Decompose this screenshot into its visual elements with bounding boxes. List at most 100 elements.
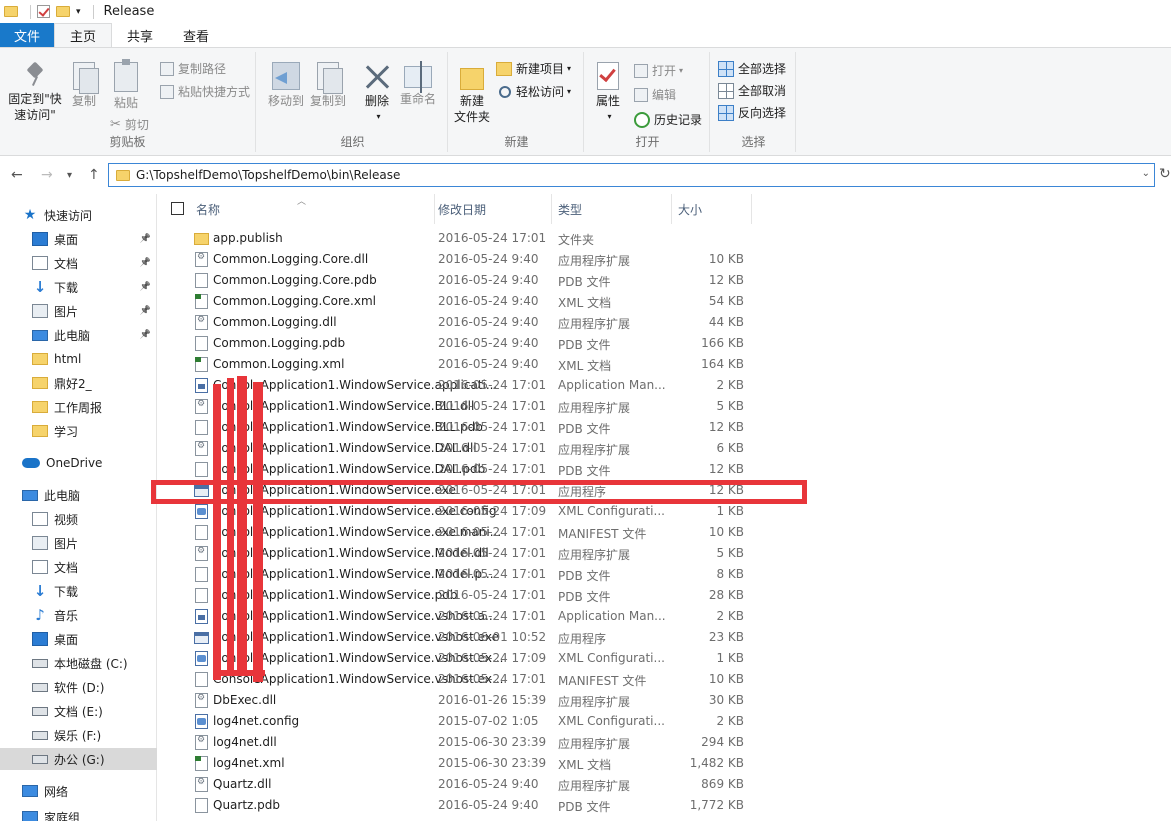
cut-button[interactable]: ✂ 剪切 xyxy=(110,116,149,133)
file-row[interactable]: ConsoleApplication1.WindowService.exe.co… xyxy=(160,501,1171,522)
nav-item[interactable]: 本地磁盘 (C:) xyxy=(0,652,157,674)
file-row[interactable]: ConsoleApplication1.WindowService.exe.ma… xyxy=(160,522,1171,543)
file-row[interactable]: Quartz.dll 2016-05-24 9:40 应用程序扩展 869 KB xyxy=(160,774,1171,795)
new-item-button[interactable]: 新建项目 ▾ xyxy=(496,60,571,77)
nav-item[interactable]: 图片 📌 xyxy=(0,300,157,322)
tab-view[interactable]: 查看 xyxy=(168,23,224,47)
file-row[interactable]: log4net.config 2015-07-02 1:05 XML Configu… xyxy=(160,711,1171,732)
address-bar[interactable]: G:\TopshelfDemo\TopshelfDemo\bin\Release… xyxy=(108,163,1155,187)
file-row[interactable]: ConsoleApplication1.WindowService.DAL.dl… xyxy=(160,438,1171,459)
nav-item[interactable]: 鼎好2_ xyxy=(0,372,157,394)
customize-quick-access-icon[interactable]: ▾ xyxy=(76,7,81,17)
file-row[interactable]: ConsoleApplication1.WindowService.vshost… xyxy=(160,648,1171,669)
forward-arrow-icon[interactable]: → xyxy=(41,167,53,183)
easy-access-button[interactable]: 轻松访问 ▾ xyxy=(496,83,571,100)
properties-button[interactable]: 属性 ▾ xyxy=(590,62,626,125)
file-row[interactable]: ConsoleApplication1.WindowService.pdb 201… xyxy=(160,585,1171,606)
refresh-icon[interactable]: ↻ xyxy=(1159,166,1171,182)
file-row[interactable]: ConsoleApplication1.WindowService.Model.… xyxy=(160,564,1171,585)
nav-item[interactable]: 此电脑 📌 xyxy=(0,324,157,346)
nav-item[interactable]: 家庭组 xyxy=(0,806,157,821)
nav-item[interactable]: 文档 (E:) xyxy=(0,700,157,722)
tab-file[interactable]: 文件 xyxy=(0,23,55,47)
file-row[interactable]: Common.Logging.xml 2016-05-24 9:40 XML 文档 1… xyxy=(160,354,1171,375)
file-row[interactable]: ConsoleApplication1.WindowService.BLL.pd… xyxy=(160,417,1171,438)
column-name[interactable]: 名称 xyxy=(190,194,435,224)
nav-item[interactable]: OneDrive xyxy=(0,452,157,474)
tab-share[interactable]: 共享 xyxy=(112,23,168,47)
address-path[interactable]: G:\TopshelfDemo\TopshelfDemo\bin\Release xyxy=(136,168,400,182)
pin-icon[interactable]: 📌 xyxy=(140,282,151,292)
copy-to-button[interactable]: 复制到 xyxy=(308,62,348,109)
nav-item[interactable]: ♪ 音乐 xyxy=(0,604,157,626)
file-row[interactable]: Common.Logging.Core.xml 2016-05-24 9:40 XM… xyxy=(160,291,1171,312)
file-date: 2016-05-24 17:01 xyxy=(438,441,547,455)
file-row[interactable]: ConsoleApplication1.WindowService.Model.… xyxy=(160,543,1171,564)
up-arrow-icon[interactable]: ↑ xyxy=(88,167,100,183)
file-row[interactable]: Common.Logging.Core.dll 2016-05-24 9:40 应用… xyxy=(160,249,1171,270)
file-folder-icon xyxy=(194,233,209,245)
select-all-button[interactable]: 全部选择 xyxy=(718,60,786,77)
nav-item[interactable]: 桌面 📌 xyxy=(0,228,157,250)
pin-icon[interactable]: 📌 xyxy=(140,234,151,244)
paste-button[interactable]: 粘贴 xyxy=(108,59,144,111)
file-row[interactable]: ConsoleApplication1.WindowService.vshost… xyxy=(160,606,1171,627)
nav-item[interactable]: html xyxy=(0,348,157,370)
delete-button[interactable]: 删除 ▾ xyxy=(360,62,394,125)
recent-locations-icon[interactable]: ▾ xyxy=(67,170,72,181)
rename-button[interactable]: 重命名 xyxy=(398,61,438,107)
nav-item[interactable]: 图片 xyxy=(0,532,157,554)
file-row[interactable]: log4net.dll 2015-06-30 23:39 应用程序扩展 294 KB xyxy=(160,732,1171,753)
move-to-button[interactable]: 移动到 xyxy=(266,62,306,109)
nav-item[interactable]: 办公 (G:) xyxy=(0,748,157,770)
pin-icon[interactable]: 📌 xyxy=(140,330,151,340)
file-row[interactable]: ConsoleApplication1.WindowService.vshost… xyxy=(160,669,1171,690)
nav-item[interactable]: ↓ 下载 📌 xyxy=(0,276,157,298)
pin-icon[interactable]: 📌 xyxy=(140,306,151,316)
file-row[interactable]: ConsoleApplication1.WindowService.applic… xyxy=(160,375,1171,396)
file-row[interactable]: Common.Logging.pdb 2016-05-24 9:40 PDB 文件 1… xyxy=(160,333,1171,354)
column-type[interactable]: 类型 xyxy=(552,194,672,224)
new-folder-button[interactable]: 新建 文件夹 xyxy=(452,62,492,125)
open-button[interactable]: 打开 ▾ xyxy=(634,62,683,79)
new-folder-icon[interactable] xyxy=(56,6,70,17)
copy-button[interactable]: 复制 xyxy=(66,62,102,109)
nav-item[interactable]: 桌面 xyxy=(0,628,157,650)
file-row[interactable]: DbExec.dll 2016-01-26 15:39 应用程序扩展 30 KB xyxy=(160,690,1171,711)
properties-icon[interactable] xyxy=(37,5,50,18)
file-row[interactable]: Common.Logging.dll 2016-05-24 9:40 应用程序扩展 4… xyxy=(160,312,1171,333)
nav-item[interactable]: 文档 xyxy=(0,556,157,578)
column-size[interactable]: 大小 xyxy=(672,194,752,224)
nav-item[interactable]: 文档 📌 xyxy=(0,252,157,274)
file-row[interactable]: ConsoleApplication1.WindowService.BLL.dl… xyxy=(160,396,1171,417)
column-date[interactable]: 修改日期 xyxy=(432,194,552,224)
paste-shortcut-button[interactable]: 粘贴快捷方式 xyxy=(160,83,250,100)
nav-item[interactable]: ★ 快速访问 xyxy=(0,204,157,226)
invert-selection-button[interactable]: 反向选择 xyxy=(718,104,786,121)
nav-item[interactable]: 工作周报 xyxy=(0,396,157,418)
edit-label: 编辑 xyxy=(652,88,677,102)
file-row[interactable]: Common.Logging.Core.pdb 2016-05-24 9:40 PD… xyxy=(160,270,1171,291)
file-row[interactable]: app.publish 2016-05-24 17:01 文件夹 xyxy=(160,228,1171,249)
nav-item[interactable]: 网络 xyxy=(0,780,157,802)
tab-home[interactable]: 主页 xyxy=(54,23,113,47)
nav-item[interactable]: 软件 (D:) xyxy=(0,676,157,698)
copy-path-button[interactable]: 复制路径 xyxy=(160,60,226,77)
file-date: 2016-01-26 15:39 xyxy=(438,693,547,707)
file-row[interactable]: ConsoleApplication1.WindowService.DAL.pd… xyxy=(160,459,1171,480)
file-row[interactable]: ConsoleApplication1.WindowService.vshost… xyxy=(160,627,1171,648)
nav-item[interactable]: ↓ 下载 xyxy=(0,580,157,602)
nav-item[interactable]: 学习 xyxy=(0,420,157,442)
chevron-down-icon[interactable]: ⌄ xyxy=(1142,168,1150,179)
pin-quick-access-button[interactable]: 固定到"快 速访问" xyxy=(4,62,66,123)
history-button[interactable]: 历史记录 xyxy=(634,111,702,128)
back-arrow-icon[interactable]: ← xyxy=(11,167,23,183)
nav-item[interactable]: 此电脑 xyxy=(0,484,157,506)
pin-icon[interactable]: 📌 xyxy=(140,258,151,268)
select-none-button[interactable]: 全部取消 xyxy=(718,82,786,99)
file-row[interactable]: log4net.xml 2015-06-30 23:39 XML 文档 1,482 K… xyxy=(160,753,1171,774)
file-row[interactable]: Quartz.pdb 2016-05-24 9:40 PDB 文件 1,772 KB xyxy=(160,795,1171,816)
nav-item[interactable]: 娱乐 (F:) xyxy=(0,724,157,746)
nav-item[interactable]: 视频 xyxy=(0,508,157,530)
edit-button[interactable]: 编辑 xyxy=(634,86,676,103)
